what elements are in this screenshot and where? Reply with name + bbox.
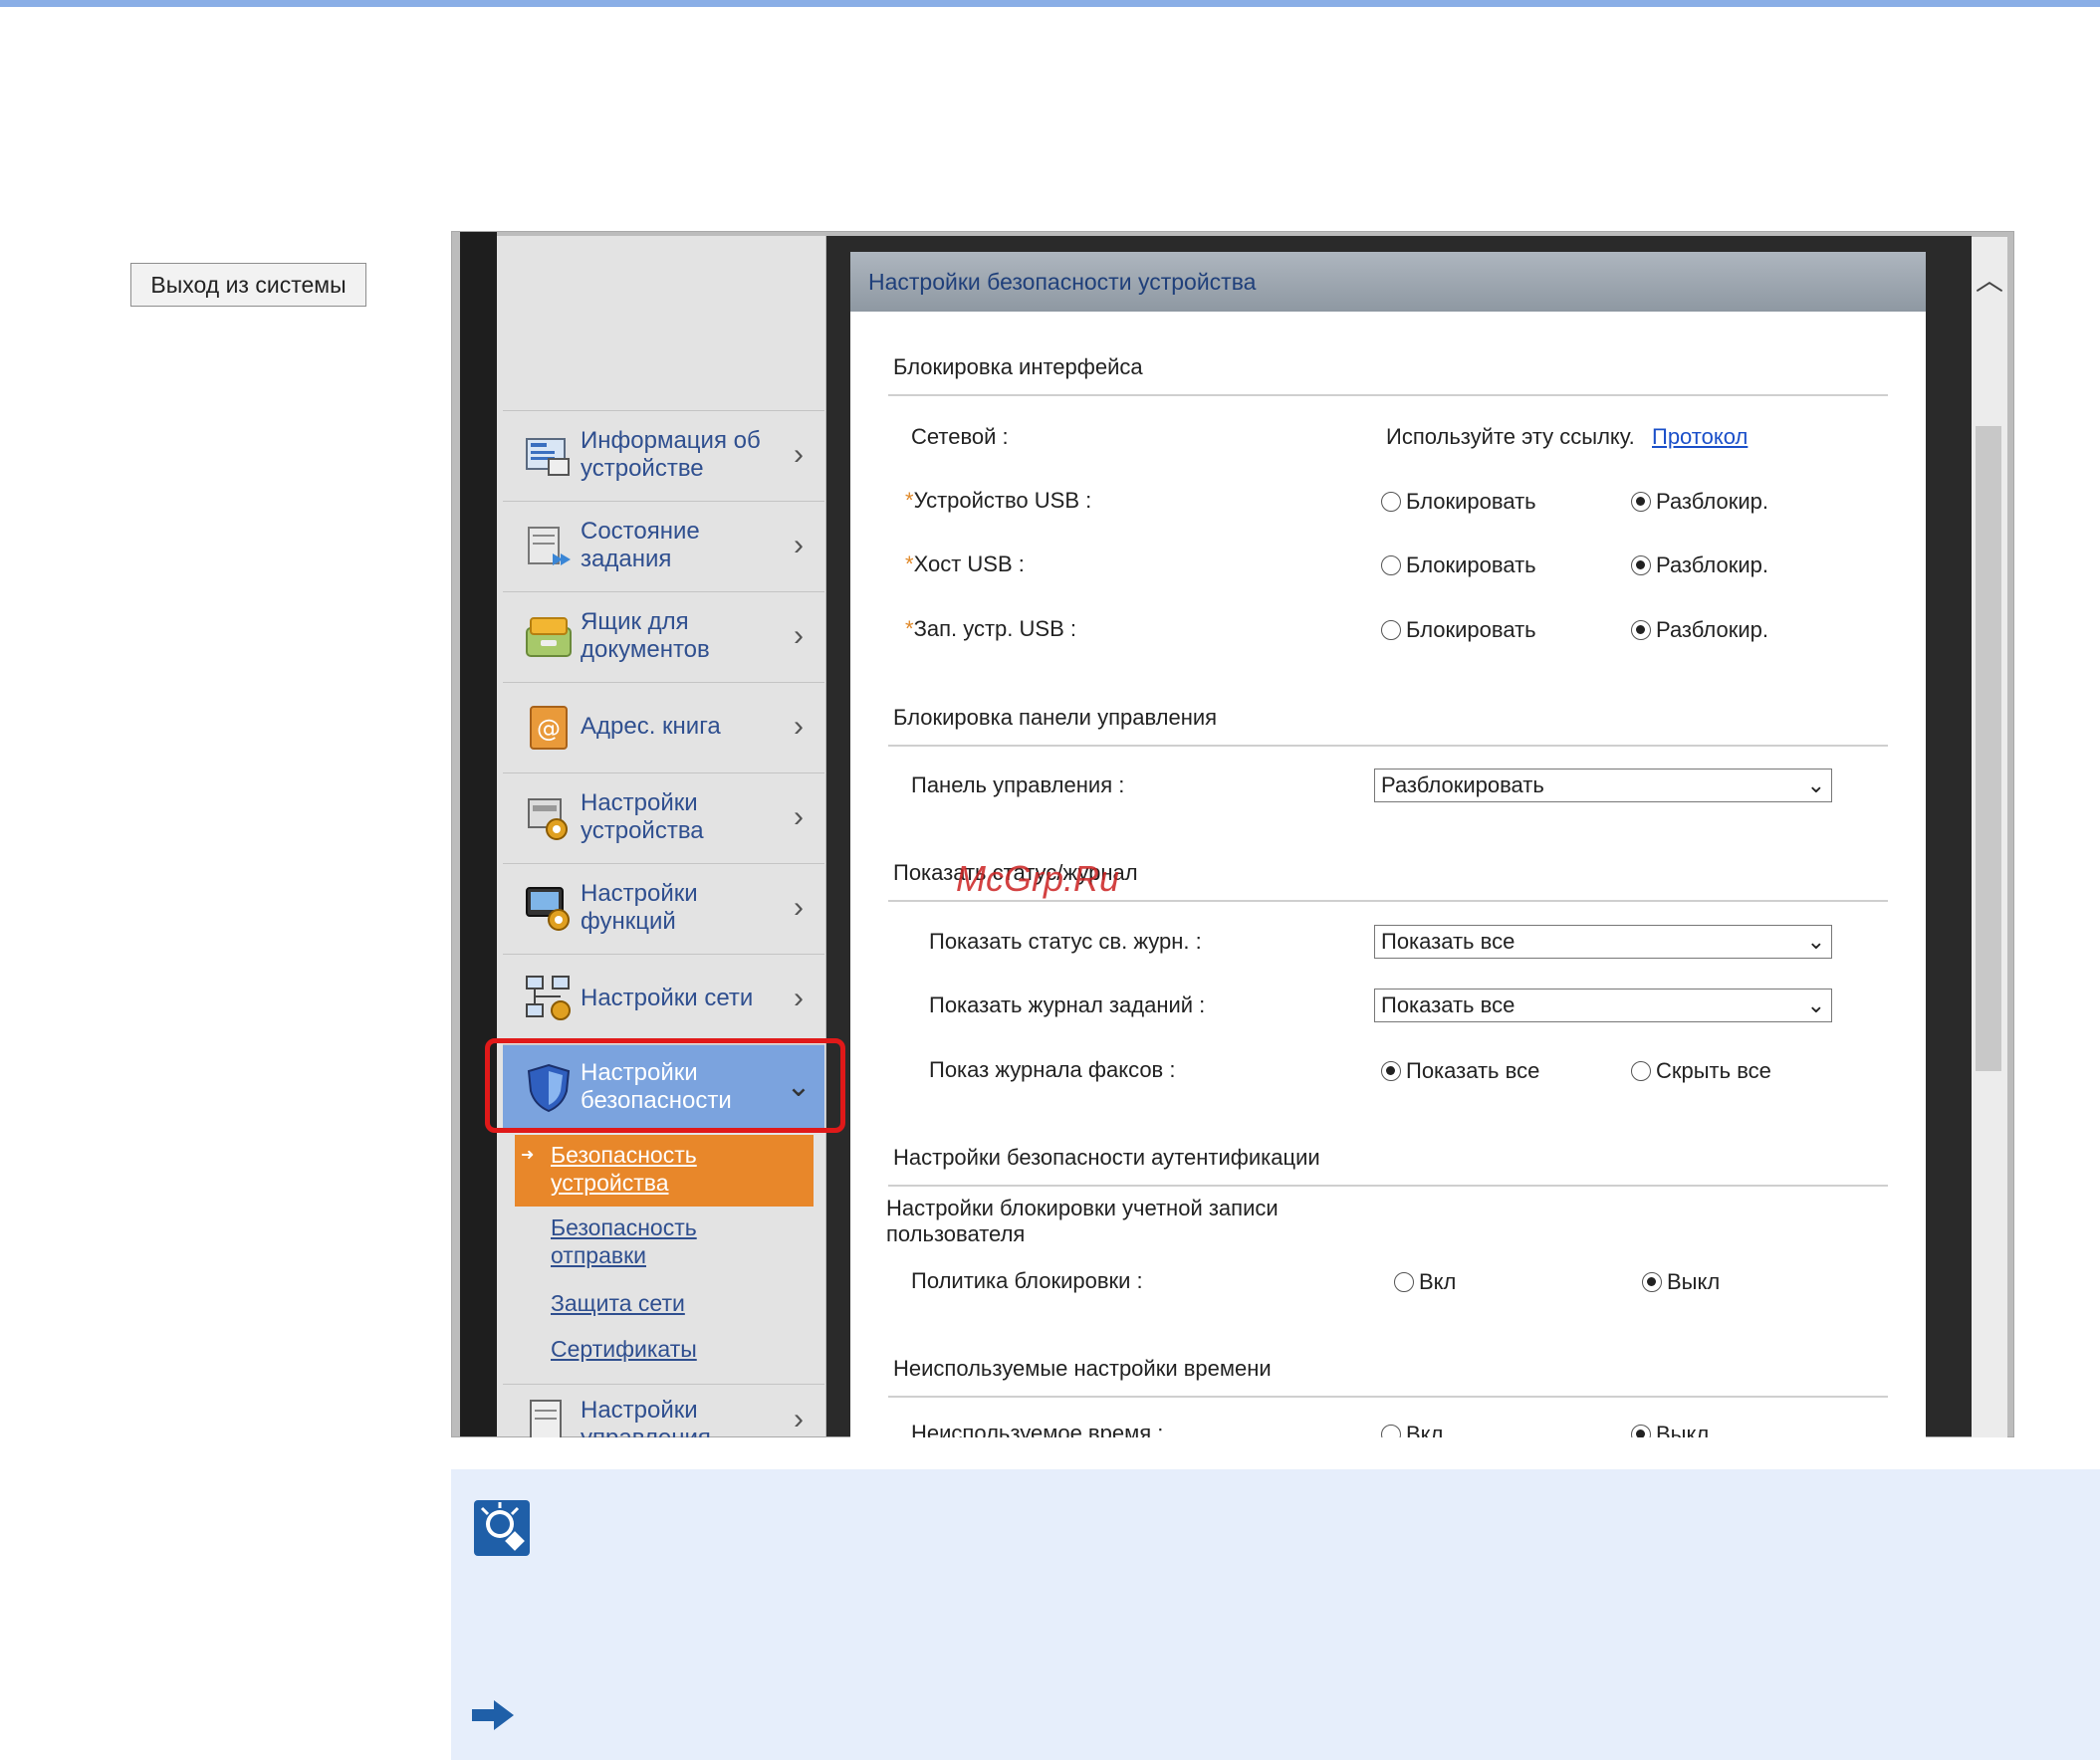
sidebar-item-label: Состояние задания	[581, 517, 700, 572]
sidebar-item-job-status[interactable]: Состояние задания ›	[503, 501, 824, 588]
panel-lock-select[interactable]: Разблокировать ⌄	[1374, 769, 1832, 802]
top-accent-bar	[0, 0, 2100, 7]
sidebar-item-management-settings[interactable]: Настройки управления ›	[503, 1384, 824, 1437]
protocol-link[interactable]: Протокол	[1652, 424, 1748, 450]
document-box-icon	[523, 610, 575, 662]
select-value: Разблокировать	[1381, 772, 1544, 797]
address-book-icon: @	[523, 701, 575, 753]
lock-policy-label: Политика блокировки :	[911, 1268, 1143, 1293]
chevron-right-icon: ›	[794, 618, 804, 652]
highlight-outline	[485, 1038, 845, 1133]
chevron-right-icon: ›	[794, 890, 804, 924]
section-title-interface-lock: Блокировка интерфейса	[893, 354, 1143, 379]
lightbulb-icon	[474, 1500, 530, 1556]
status-log-label: Показать статус св. журн. :	[929, 929, 1202, 954]
device-settings-icon	[523, 791, 575, 843]
sidebar-item-network-settings[interactable]: Настройки сети ›	[503, 954, 824, 1041]
account-lock-subtitle: Настройки блокировки учетной записи поль…	[886, 1196, 1279, 1246]
usb-host-label: *Хост USB :	[905, 551, 1025, 576]
usb-storage-lock-radio[interactable]: Блокировать	[1381, 617, 1536, 643]
network-hint: Используйте эту ссылку.	[1386, 424, 1635, 449]
unused-time-label: Неиспользуемое время :	[911, 1421, 1164, 1437]
fax-log-label: Показ журнала факсов :	[929, 1057, 1176, 1082]
chevron-right-icon: ›	[794, 1403, 804, 1435]
unused-time-on-radio[interactable]: Вкл	[1381, 1422, 1443, 1437]
chevron-down-icon: ⌄	[1806, 929, 1825, 954]
fax-log-hide-radio[interactable]: Скрыть все	[1631, 1058, 1771, 1084]
scrollbar-thumb[interactable]	[1976, 426, 2001, 1071]
chevron-right-icon: ›	[794, 437, 804, 471]
sidebar-item-address-book[interactable]: @ Адрес. книга ›	[503, 682, 824, 770]
network-label: Сетевой :	[911, 424, 1009, 449]
chevron-down-icon: ⌄	[1806, 772, 1825, 797]
note-box	[451, 1469, 2100, 1760]
chevron-right-icon: ›	[794, 709, 804, 743]
sidebar-item-label: Настройки сети	[581, 984, 754, 1011]
job-status-icon	[523, 520, 575, 571]
select-value: Показать все	[1381, 992, 1516, 1017]
function-settings-icon	[523, 882, 575, 934]
arrow-right-icon: ➜	[521, 1147, 535, 1164]
scroll-up-icon[interactable]: ︿	[1976, 259, 2003, 299]
section-title-auth: Настройки безопасности аутентификации	[893, 1145, 1320, 1170]
sidebar-item-label: Настройки управления	[581, 1397, 711, 1437]
section-title-panel-lock: Блокировка панели управления	[893, 705, 1218, 730]
usb-device-unlock-radio[interactable]: Разблокир.	[1631, 489, 1768, 515]
sidebar-item-label: Настройки функций	[581, 879, 698, 935]
sidebar-item-label: Ящик для документов	[581, 607, 710, 663]
section-title-unused-time: Неиспользуемые настройки времени	[893, 1356, 1272, 1381]
logout-button[interactable]: Выход из системы	[130, 263, 366, 307]
sidebar-item-device-info[interactable]: Информация об устройстве ›	[503, 410, 824, 498]
clipped-row: Неиспользуемое время : Вкл Выкл	[850, 1414, 1926, 1437]
usb-device-lock-radio[interactable]: Блокировать	[1381, 489, 1536, 515]
lock-policy-on-radio[interactable]: Вкл	[1394, 1269, 1456, 1295]
watermark-text: McGrp.Ru	[956, 858, 1120, 899]
network-settings-icon	[523, 973, 575, 1024]
chevron-right-icon: ›	[794, 528, 804, 561]
sidebar-item-label: Адрес. книга	[581, 712, 721, 740]
sidebar-item-function-settings[interactable]: Настройки функций ›	[503, 863, 824, 951]
lock-policy-off-radio[interactable]: Выкл	[1642, 1269, 1720, 1295]
usb-device-label: *Устройство USB :	[905, 488, 1092, 513]
sidebar-item-document-box[interactable]: Ящик для документов ›	[503, 591, 824, 679]
usb-host-unlock-radio[interactable]: Разблокир.	[1631, 552, 1768, 578]
chevron-right-icon: ›	[794, 981, 804, 1014]
usb-storage-unlock-radio[interactable]: Разблокир.	[1631, 617, 1768, 643]
chevron-down-icon: ⌄	[1806, 992, 1825, 1017]
device-info-icon	[523, 429, 575, 481]
svg-text:@: @	[537, 715, 561, 743]
fax-log-show-radio[interactable]: Показать все	[1381, 1058, 1539, 1084]
sidebar-item-label: Настройки устройства	[581, 788, 704, 844]
select-value: Показать все	[1381, 929, 1516, 954]
chevron-right-icon: ›	[794, 799, 804, 833]
subitem-device-security[interactable]: Безопасность устройства	[551, 1141, 730, 1197]
usb-host-lock-radio[interactable]: Блокировать	[1381, 552, 1536, 578]
sidebar-item-device-settings[interactable]: Настройки устройства ›	[503, 772, 824, 860]
subitem-network-security[interactable]: Защита сети	[551, 1289, 685, 1317]
management-settings-icon	[523, 1395, 575, 1437]
sidebar-item-label: Информация об устройстве	[581, 426, 761, 482]
subitem-send-security[interactable]: Безопасность отправки	[551, 1213, 730, 1269]
panel-lock-label: Панель управления :	[911, 772, 1125, 797]
usb-storage-label: *Зап. устр. USB :	[905, 616, 1076, 641]
subitem-certificates[interactable]: Сертификаты	[551, 1335, 697, 1363]
job-log-select[interactable]: Показать все ⌄	[1374, 989, 1832, 1022]
page-title: Настройки безопасности устройства	[868, 269, 1257, 295]
status-log-select[interactable]: Показать все ⌄	[1374, 925, 1832, 959]
arrow-right-icon	[472, 1700, 514, 1730]
unused-time-off-radio[interactable]: Выкл	[1631, 1422, 1709, 1437]
job-log-label: Показать журнал заданий :	[929, 992, 1206, 1017]
